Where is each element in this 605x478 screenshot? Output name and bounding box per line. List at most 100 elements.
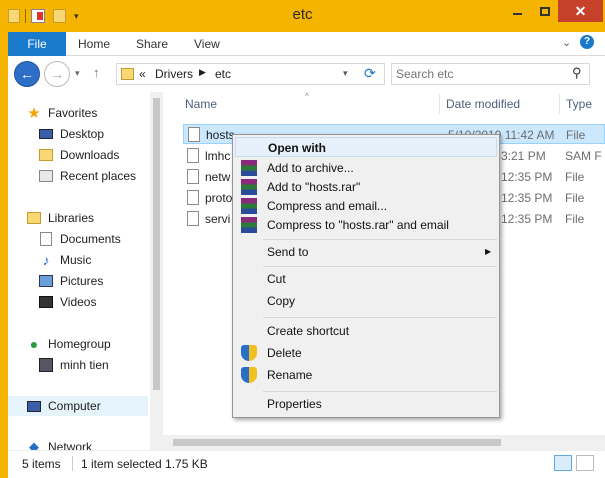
title-bar: ▾ etc ✕: [0, 0, 605, 32]
back-arrow-icon: ←: [20, 66, 34, 82]
file-icon: [188, 127, 200, 142]
minimize-button[interactable]: [504, 0, 531, 22]
details-view-icon[interactable]: [554, 455, 572, 471]
minimize-icon: [513, 13, 522, 15]
tab-view[interactable]: View: [194, 32, 220, 56]
music-icon: ♪: [42, 252, 50, 268]
menu-item-open-with[interactable]: Open with: [235, 137, 497, 157]
menu-separator: [263, 239, 497, 240]
address-row: ← → ▾ ↑ « Drivers ▶ etc ▾ ⟳ ⚲: [8, 56, 605, 92]
menu-separator: [263, 391, 497, 392]
file-icon: [187, 211, 199, 226]
status-bar: 5 items 1 item selected 1.75 KB: [8, 450, 605, 478]
winrar-icon: [241, 217, 257, 233]
horizontal-scrollbar[interactable]: [163, 435, 605, 450]
network-icon: ◆: [29, 439, 39, 450]
winrar-icon: [241, 198, 257, 214]
nav-libraries[interactable]: Libraries: [26, 208, 94, 228]
submenu-arrow-icon: ▶: [485, 247, 492, 256]
breadcrumb-separator-icon[interactable]: ▶: [199, 67, 206, 78]
nav-music[interactable]: ♪ Music: [38, 250, 92, 270]
star-icon: ★: [27, 105, 41, 122]
horizontal-scrollbar-thumb[interactable]: [173, 439, 501, 446]
forward-button[interactable]: →: [44, 61, 70, 87]
nav-scrollbar[interactable]: [150, 92, 163, 450]
nav-computer[interactable]: Computer: [8, 396, 148, 416]
tab-share[interactable]: Share: [136, 32, 168, 56]
menu-separator: [263, 266, 497, 267]
close-icon: ✕: [574, 2, 587, 19]
nav-pictures[interactable]: Pictures: [38, 271, 103, 291]
menu-item-cut[interactable]: Cut: [235, 269, 497, 289]
nav-desktop[interactable]: Desktop: [38, 124, 104, 144]
search-icon[interactable]: ⚲: [572, 65, 582, 81]
column-date-modified[interactable]: Date modified: [446, 97, 520, 111]
menu-item-delete[interactable]: Delete: [235, 343, 497, 363]
column-type[interactable]: Type: [566, 97, 592, 111]
status-selection: 1 item selected 1.75 KB: [81, 457, 208, 471]
folder-icon: [121, 68, 134, 80]
maximize-button[interactable]: [531, 0, 558, 22]
navigation-pane: ★ Favorites Desktop Downloads Recent plac…: [8, 92, 163, 450]
breadcrumb-drivers[interactable]: Drivers: [155, 67, 193, 81]
nav-downloads[interactable]: Downloads: [38, 145, 119, 165]
recent-locations-icon[interactable]: ▾: [75, 68, 80, 79]
menu-item-add-to-archive[interactable]: Add to archive...: [235, 158, 497, 178]
tab-file[interactable]: File: [8, 32, 66, 56]
search-input[interactable]: [396, 66, 566, 82]
documents-icon: [38, 231, 54, 247]
nav-documents[interactable]: Documents: [38, 229, 121, 249]
back-button[interactable]: ←: [14, 61, 40, 87]
pictures-icon: [38, 273, 54, 289]
status-item-count: 5 items: [22, 457, 61, 471]
close-button[interactable]: ✕: [558, 0, 603, 22]
user-icon: [38, 357, 54, 373]
menu-item-compress-to-hosts-rar-and-email[interactable]: Compress to "hosts.rar" and email: [235, 215, 497, 235]
context-menu: Open with Add to archive... Add to "host…: [232, 134, 500, 418]
menu-item-compress-and-email[interactable]: Compress and email...: [235, 196, 497, 216]
menu-item-send-to[interactable]: Send to ▶: [235, 242, 497, 262]
address-bar[interactable]: « Drivers ▶ etc ▾ ⟳: [116, 63, 385, 85]
sort-indicator-icon: ^: [305, 92, 309, 101]
breadcrumb-etc[interactable]: etc: [215, 67, 231, 81]
large-icons-view-icon[interactable]: [576, 455, 594, 471]
tab-home[interactable]: Home: [78, 32, 110, 56]
menu-item-add-to-hosts-rar[interactable]: Add to "hosts.rar": [235, 177, 497, 197]
nav-homegroup[interactable]: ● Homegroup: [26, 334, 111, 354]
column-name[interactable]: Name: [185, 97, 217, 111]
file-icon: [187, 169, 199, 184]
libraries-icon: [26, 210, 42, 226]
nav-network[interactable]: ◆ Network: [26, 437, 92, 450]
refresh-icon[interactable]: ⟳: [364, 65, 376, 82]
column-divider[interactable]: [439, 94, 440, 114]
nav-videos[interactable]: Videos: [38, 292, 96, 312]
menu-item-create-shortcut[interactable]: Create shortcut: [235, 321, 497, 341]
shield-icon: [241, 345, 257, 361]
menu-item-properties[interactable]: Properties: [235, 394, 497, 414]
ribbon: File Home Share View ⌄ ?: [8, 32, 605, 56]
nav-user-minh-tien[interactable]: minh tien: [38, 355, 109, 375]
downloads-icon: [38, 147, 54, 163]
maximize-icon: [539, 6, 550, 16]
address-dropdown-icon[interactable]: ▾: [343, 68, 348, 79]
nav-recent-places[interactable]: Recent places: [38, 166, 136, 186]
winrar-icon: [241, 179, 257, 195]
menu-separator: [263, 317, 497, 318]
shield-icon: [241, 367, 257, 383]
file-icon: [187, 190, 199, 205]
nav-favorites[interactable]: ★ Favorites: [26, 103, 97, 123]
menu-item-rename[interactable]: Rename: [235, 365, 497, 385]
address-overflow[interactable]: «: [139, 67, 146, 81]
up-arrow-icon[interactable]: ↑: [93, 65, 100, 80]
desktop-icon: [38, 126, 54, 142]
nav-scrollbar-thumb[interactable]: [153, 98, 160, 390]
winrar-icon: [241, 160, 257, 176]
search-box[interactable]: ⚲: [391, 63, 590, 85]
help-icon[interactable]: ?: [580, 35, 594, 49]
homegroup-icon: ●: [29, 336, 39, 352]
menu-item-copy[interactable]: Copy: [235, 291, 497, 311]
ribbon-expand-icon[interactable]: ⌄: [562, 36, 571, 49]
videos-icon: [38, 294, 54, 310]
column-divider[interactable]: [559, 94, 560, 114]
recent-places-icon: [38, 168, 54, 184]
